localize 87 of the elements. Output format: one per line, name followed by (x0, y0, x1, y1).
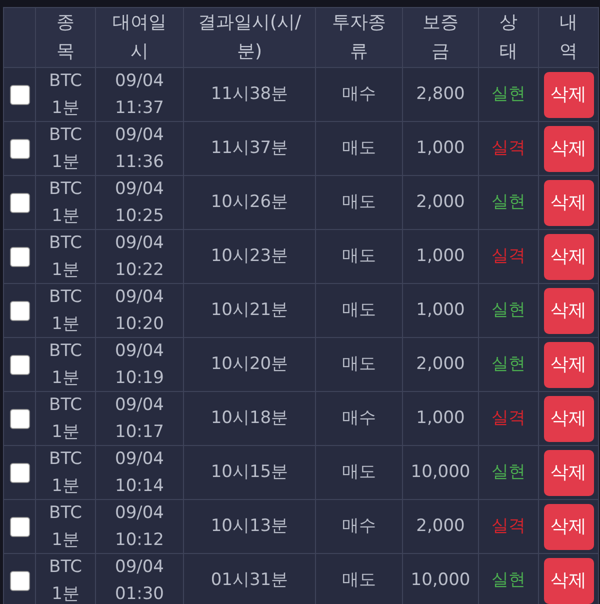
type-cell-text: 매도 (342, 353, 376, 376)
result-time-cell-text: 11시37분 (210, 137, 288, 160)
item-cell-text: BTC 1분 (48, 178, 83, 228)
type-cell-text: 매수 (342, 515, 376, 538)
date-cell-text: 09/04 10:19 (114, 340, 165, 390)
item-cell-text: BTC 1분 (48, 124, 83, 174)
status-label: 실격 (492, 515, 526, 538)
delete-button[interactable]: 삭제 (544, 342, 594, 388)
delete-button[interactable]: 삭제 (544, 126, 594, 172)
result-time-cell-text: 10시13분 (210, 515, 288, 538)
column-header: 내역 (558, 10, 578, 64)
item-cell-text: BTC 1분 (48, 286, 83, 336)
type-cell-text: 매도 (342, 245, 376, 268)
checkbox[interactable] (10, 192, 30, 212)
status-label: 실격 (492, 407, 526, 430)
result-time-cell-text: 10시21분 (210, 299, 288, 322)
date-cell-text: 09/04 01:30 (114, 556, 165, 604)
item-cell-text: BTC 1분 (48, 70, 83, 120)
checkbox[interactable] (10, 246, 30, 266)
status-label: 실격 (492, 137, 526, 160)
date-cell-text: 09/04 10:20 (114, 286, 165, 336)
status-label: 실격 (492, 245, 526, 268)
deposit-cell-text: 1,000 (416, 245, 465, 268)
date-cell-text: 09/04 11:36 (114, 124, 165, 174)
deposit-cell-text: 2,000 (416, 353, 465, 376)
date-cell-text: 09/04 10:22 (114, 232, 165, 282)
item-cell-text: BTC 1분 (48, 232, 83, 282)
checkbox[interactable] (10, 408, 30, 428)
status-label: 실현 (492, 353, 526, 376)
checkbox[interactable] (10, 84, 30, 104)
status-label: 실현 (492, 569, 526, 592)
checkbox[interactable] (10, 462, 30, 482)
result-time-cell-text: 11시38분 (210, 83, 288, 106)
checkbox[interactable] (10, 516, 30, 536)
item-cell-text: BTC 1분 (48, 556, 83, 604)
type-cell-text: 매도 (342, 569, 376, 592)
result-time-cell-text: 10시20분 (210, 353, 288, 376)
type-cell-text: 매도 (342, 461, 376, 484)
column-header: 보증금 (422, 10, 460, 64)
column-header: 종목 (56, 10, 76, 64)
delete-button[interactable]: 삭제 (544, 396, 594, 442)
status-label: 실현 (492, 461, 526, 484)
item-cell-text: BTC 1분 (48, 394, 83, 444)
deposit-cell-text: 1,000 (416, 137, 465, 160)
result-time-cell-text: 10시26분 (210, 191, 288, 214)
checkbox[interactable] (10, 354, 30, 374)
delete-button[interactable]: 삭제 (544, 234, 594, 280)
result-time-cell-text: 10시18분 (210, 407, 288, 430)
delete-button[interactable]: 삭제 (544, 558, 594, 604)
item-cell-text: BTC 1분 (48, 340, 83, 390)
delete-button[interactable]: 삭제 (544, 288, 594, 334)
date-cell-text: 09/04 10:25 (114, 178, 165, 228)
status-label: 실현 (492, 191, 526, 214)
column-header: 투자종류 (330, 10, 387, 64)
result-time-cell-text: 01시31분 (210, 569, 288, 592)
date-cell-text: 09/04 11:37 (114, 70, 165, 120)
deposit-cell-text: 2,800 (416, 83, 465, 106)
deposit-cell-text: 1,000 (416, 299, 465, 322)
deposit-cell-text: 10,000 (410, 569, 470, 592)
delete-button[interactable]: 삭제 (544, 72, 594, 118)
checkbox[interactable] (10, 138, 30, 158)
date-cell-text: 09/04 10:12 (114, 502, 165, 552)
result-time-cell-text: 10시23분 (210, 245, 288, 268)
delete-button[interactable]: 삭제 (544, 504, 594, 550)
item-cell-text: BTC 1분 (48, 448, 83, 498)
deposit-cell-text: 1,000 (416, 407, 465, 430)
delete-button[interactable]: 삭제 (544, 180, 594, 226)
type-cell-text: 매수 (342, 83, 376, 106)
date-cell-text: 09/04 10:14 (114, 448, 165, 498)
deposit-cell-text: 2,000 (416, 191, 465, 214)
type-cell-text: 매도 (342, 191, 376, 214)
deposit-cell-text: 2,000 (416, 515, 465, 538)
type-cell-text: 매도 (342, 137, 376, 160)
date-cell-text: 09/04 10:17 (114, 394, 165, 444)
item-cell-text: BTC 1분 (48, 502, 83, 552)
deposit-cell-text: 10,000 (410, 461, 470, 484)
column-header: 상태 (498, 10, 518, 64)
column-header: 결과일시(시/분) (196, 10, 302, 64)
column-header: 대여일시 (111, 10, 168, 64)
checkbox[interactable] (10, 570, 30, 590)
status-label: 실현 (492, 83, 526, 106)
delete-button[interactable]: 삭제 (544, 450, 594, 496)
type-cell-text: 매수 (342, 407, 376, 430)
checkbox[interactable] (10, 300, 30, 320)
status-label: 실현 (492, 299, 526, 322)
type-cell-text: 매도 (342, 299, 376, 322)
result-time-cell-text: 10시15분 (210, 461, 288, 484)
